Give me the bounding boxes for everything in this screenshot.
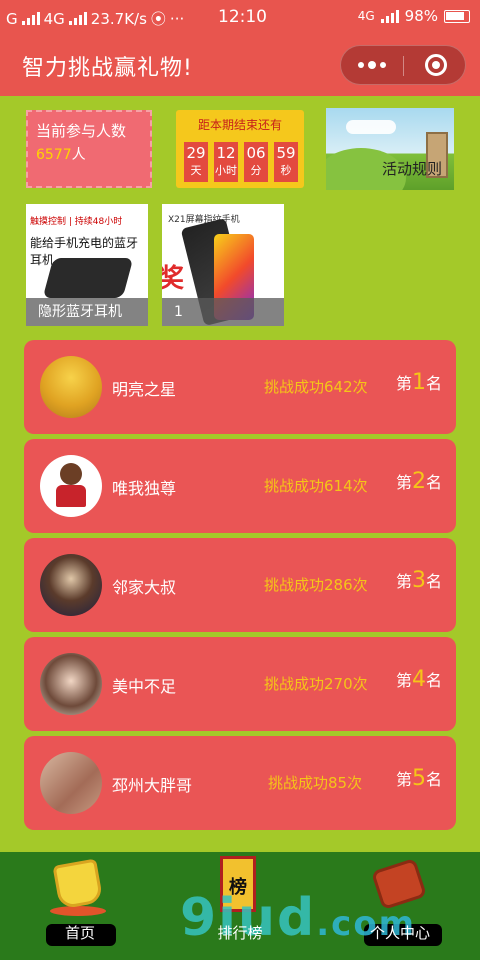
user-name: 美中不足 [112, 677, 177, 696]
rank-number: 3 [412, 568, 427, 593]
countdown-seconds: 59 秒 [274, 142, 298, 182]
dot-icon [358, 62, 364, 68]
avatar [40, 653, 102, 715]
trophy-base-decoration [50, 906, 106, 916]
dot-icon [380, 62, 386, 68]
more-button[interactable] [341, 46, 403, 84]
success-count: 挑战成功85次 [268, 774, 363, 792]
avatar [40, 455, 102, 517]
rank-prefix: 第 [396, 572, 413, 591]
minutes-value: 06 [246, 144, 266, 162]
rules-label: 活动规则 [382, 160, 443, 178]
avatar [40, 356, 102, 418]
ranking-row[interactable]: 美中不足 挑战成功270次 第4名 [24, 637, 456, 731]
days-value: 29 [186, 144, 206, 162]
seconds-value: 59 [276, 144, 296, 162]
tab-label-ranking: 排行榜 [217, 924, 263, 942]
cloud-decoration [346, 120, 396, 134]
days-unit: 天 [190, 164, 202, 177]
network-label: 4G [43, 9, 65, 28]
avatar-face [60, 463, 82, 485]
tab-label-profile: 个人中心 [369, 924, 430, 942]
hours-value: 12 [216, 144, 236, 162]
prize-tag: 触摸控制 | 持续48小时 [30, 217, 123, 227]
seconds-unit: 秒 [280, 164, 292, 177]
participants-card: 当前参与人数 6577人 [26, 110, 152, 188]
user-name: 邻家大叔 [112, 578, 177, 597]
rank-number: 5 [412, 766, 427, 791]
avatar-body [56, 485, 86, 507]
tab-label-home: 首页 [64, 924, 95, 942]
signal-icon-3 [380, 9, 399, 23]
tab-home[interactable]: 首页 [0, 852, 160, 960]
rank-prefix: 第 [396, 473, 413, 492]
prize-item-earbuds[interactable]: 触摸控制 | 持续48小时 能给手机充电的蓝牙耳机 隐形蓝牙耳机 [26, 204, 148, 326]
participants-count: 6577人 [36, 144, 86, 164]
ranking-row[interactable]: 明亮之星 挑战成功642次 第1名 [24, 340, 456, 434]
user-name: 明亮之星 [112, 380, 177, 399]
rank-suffix: 名 [426, 671, 443, 690]
rank-prefix: 第 [396, 770, 413, 789]
carrier-label: G [6, 9, 18, 28]
avatar [40, 554, 102, 616]
rank-prefix: 第 [396, 671, 413, 690]
hotspot-icon: ⦿ [150, 10, 166, 28]
ranking-row[interactable]: 邳州大胖哥 挑战成功85次 第5名 [24, 736, 456, 830]
ranking-row[interactable]: 邻家大叔 挑战成功286次 第3名 [24, 538, 456, 632]
app-header: 智力挑战赢礼物! [0, 34, 480, 96]
rank-number: 4 [412, 667, 427, 692]
success-count: 挑战成功270次 [264, 675, 368, 693]
capsule-divider [403, 56, 404, 76]
signal-icon [21, 12, 40, 25]
prize-caption: 1 [162, 298, 284, 326]
rank-label: 第5名 [396, 766, 442, 791]
ranking-row[interactable]: 唯我独尊 挑战成功614次 第2名 [24, 439, 456, 533]
rank-label: 第2名 [396, 469, 442, 494]
user-name: 邳州大胖哥 [112, 776, 193, 795]
close-target-icon[interactable] [425, 54, 447, 76]
user-name: 唯我独尊 [112, 479, 177, 498]
success-count: 挑战成功642次 [264, 378, 368, 396]
rank-suffix: 名 [426, 572, 443, 591]
rank-label: 第3名 [396, 568, 442, 593]
countdown-card: 距本期结束还有 29 天 12 小时 06 分 59 秒 [176, 110, 304, 188]
trophy-icon [52, 858, 104, 910]
network-right-label: 4G [357, 9, 375, 23]
mini-program-capsule [340, 45, 466, 85]
rank-prefix: 第 [396, 374, 413, 393]
countdown-minutes: 06 分 [244, 142, 268, 182]
participants-label: 当前参与人数 [36, 122, 127, 140]
countdown-hours: 12 小时 [214, 142, 238, 182]
rank-number: 2 [412, 469, 427, 494]
status-time: 12:10 [218, 7, 267, 27]
rank-number: 1 [412, 370, 427, 395]
rules-card[interactable]: 活动规则 [326, 108, 454, 190]
success-count: 挑战成功286次 [264, 576, 368, 594]
rank-label: 第1名 [396, 370, 442, 395]
earbuds-case-illustration [42, 258, 134, 298]
rank-label: 第4名 [396, 667, 442, 692]
success-count: 挑战成功614次 [264, 477, 368, 495]
signal-icon-2 [68, 12, 87, 25]
prize-caption: 隐形蓝牙耳机 [26, 298, 148, 326]
minutes-unit: 分 [250, 164, 262, 177]
dot-icon [368, 61, 376, 69]
avatar [40, 752, 102, 814]
battery-icon [444, 9, 470, 23]
hours-unit: 小时 [215, 164, 237, 177]
rank-suffix: 名 [426, 374, 443, 393]
prize-item-phone[interactable]: X21屏幕指纹手机 奖 1 [162, 204, 284, 326]
battery-percent: 98% [404, 7, 438, 25]
participants-number: 6577 [36, 147, 72, 163]
rank-suffix: 名 [426, 473, 443, 492]
network-speed: 23.7K/s [90, 9, 147, 28]
prize-overlay-text: 奖 [162, 264, 185, 294]
more-dots-icon: ··· [169, 9, 185, 28]
participants-unit: 人 [71, 147, 86, 163]
rank-suffix: 名 [426, 770, 443, 789]
page-title: 智力挑战赢礼物! [22, 56, 193, 81]
countdown-days: 29 天 [184, 142, 208, 182]
countdown-title: 距本期结束还有 [197, 118, 282, 132]
status-bar: G 4G 23.7K/s ⦿ ··· 12:10 4G 98% [0, 0, 480, 34]
